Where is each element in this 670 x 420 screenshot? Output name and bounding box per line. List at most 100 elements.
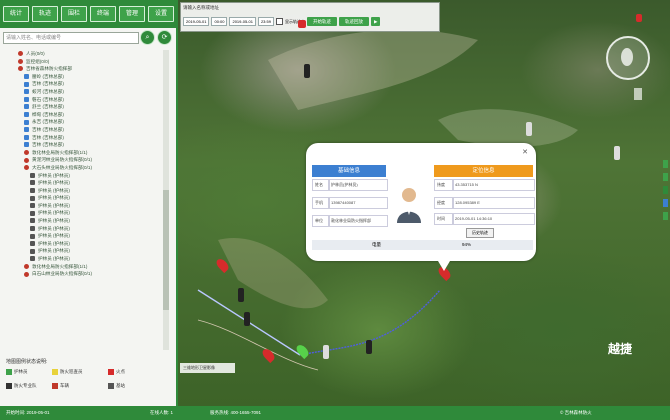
- tree-node[interactable]: 护林员 (护林员): [6, 209, 164, 217]
- team-icon: [6, 383, 12, 389]
- node-label: 磐石 (吉林总部): [32, 96, 64, 102]
- field-value: 敦化林业局防火指挥部: [328, 215, 388, 227]
- manage-button[interactable]: 管理: [119, 6, 145, 22]
- tree-node[interactable]: 大石头林业局防火指挥部(0/1): [6, 164, 164, 172]
- date-to-input[interactable]: 2019-05-01: [229, 17, 256, 26]
- node-label: 吉林 (吉林总部): [32, 134, 64, 140]
- tree-node[interactable]: 桦甸 (吉林总部): [6, 111, 164, 119]
- node-label: 永吉 (吉林总部): [32, 119, 64, 125]
- track-replay-button[interactable]: 轨迹回放: [338, 17, 369, 26]
- tree-node[interactable]: 护林员 (护林员): [6, 217, 164, 225]
- person-marker[interactable]: [614, 146, 620, 160]
- node-icon: [24, 142, 29, 148]
- station-icon: [108, 383, 114, 389]
- node-icon: [30, 218, 35, 224]
- node-icon: [24, 89, 29, 95]
- layer-blue-icon[interactable]: [663, 199, 668, 207]
- fire-marker[interactable]: [636, 14, 642, 22]
- node-icon: [18, 58, 23, 64]
- address-input[interactable]: 请输入名称或地址: [183, 5, 435, 12]
- tree-node[interactable]: 护林员 (护林员): [6, 172, 164, 180]
- search-icon[interactable]: ⌕: [140, 30, 155, 45]
- tree-node[interactable]: 腰岭 (吉林总部): [6, 73, 164, 81]
- person-marker[interactable]: [366, 340, 372, 354]
- node-label: 护林员 (护林员): [38, 240, 70, 246]
- tree-scrollbar[interactable]: [163, 50, 169, 350]
- person-marker[interactable]: [238, 288, 244, 302]
- layer-green-icon[interactable]: [663, 186, 668, 194]
- terminal-button[interactable]: 终端: [90, 6, 116, 22]
- tree-node[interactable]: 监控组(0/0): [6, 58, 164, 66]
- refresh-icon[interactable]: ⟳: [157, 30, 172, 45]
- layer-green-icon[interactable]: [663, 173, 668, 181]
- time-from-input[interactable]: 00:00: [211, 17, 228, 26]
- fence-button[interactable]: 围栏: [61, 6, 87, 22]
- field-key: 纬度: [434, 179, 454, 191]
- tree-node[interactable]: 永吉 (吉林总部): [6, 118, 164, 126]
- node-label: 腰岭 (吉林总部): [32, 73, 64, 79]
- tree-node[interactable]: 吉林 (吉林总部): [6, 126, 164, 134]
- track-button[interactable]: 轨迹: [32, 6, 58, 22]
- tree-node[interactable]: 敦化林业局防火指挥部(1/1): [6, 149, 164, 157]
- status-hotline: 服务热线: 400-1655-7091: [210, 410, 262, 415]
- start-track-button[interactable]: 开始轨迹: [306, 17, 337, 26]
- compass-control[interactable]: [606, 36, 650, 80]
- person-marker[interactable]: [304, 64, 310, 78]
- tree-node[interactable]: 舒兰 (吉林总部): [6, 103, 164, 111]
- tree-node[interactable]: 护林员 (护林员): [6, 255, 164, 263]
- tree-node[interactable]: 吉林 (吉林总部): [6, 141, 164, 149]
- layer-green-icon[interactable]: [663, 160, 668, 168]
- fire-marker[interactable]: [298, 20, 306, 28]
- stats-button[interactable]: 统计: [3, 6, 29, 22]
- tree-node[interactable]: 护林员 (护林员): [6, 225, 164, 233]
- node-label: 护林员 (护林员): [38, 256, 70, 262]
- node-icon: [24, 119, 29, 125]
- field-value: 13987440087: [328, 197, 388, 209]
- node-label: 吉林 (吉林总部): [32, 126, 64, 132]
- status-start: 开始时间: 2019-05-01: [6, 410, 50, 415]
- tree-node[interactable]: 吉林 (吉林总部): [6, 134, 164, 142]
- settings-button[interactable]: 设置: [148, 6, 174, 22]
- node-label: 护林员 (护林员): [38, 248, 70, 254]
- search-input[interactable]: 请输入姓名、电话或编号: [3, 32, 139, 44]
- tree-scroll-thumb[interactable]: [163, 190, 169, 310]
- person-marker[interactable]: [526, 122, 532, 136]
- field-value: 128.095389 E: [452, 197, 535, 209]
- tree-node[interactable]: 护林员 (护林员): [6, 179, 164, 187]
- map-layer-label[interactable]: 三维地形卫星影像: [180, 363, 235, 373]
- tree-node[interactable]: 护林员 (护林员): [6, 202, 164, 210]
- status-bar: 开始时间: 2019-05-01 在线人数: 1 服务热线: 400-1655-…: [0, 406, 670, 420]
- tree-node[interactable]: 护林员 (护林员): [6, 240, 164, 248]
- tree-node[interactable]: 护林员 (护林员): [6, 187, 164, 195]
- close-icon[interactable]: ✕: [522, 148, 528, 156]
- org-tree: 人员(0/0) 监控组(0/0) 吉林省森林防火指挥部 腰岭 (吉林总部) 吉林 (吉林…: [6, 50, 164, 350]
- tree-node[interactable]: 黄泥河林业局防火指挥部(0/1): [6, 156, 164, 164]
- person-marker[interactable]: [244, 312, 250, 326]
- tree-node[interactable]: 蛟河 (吉林总部): [6, 88, 164, 96]
- layer-green-icon[interactable]: [663, 212, 668, 220]
- date-from-input[interactable]: 2019-05-01: [183, 17, 210, 26]
- tree-node[interactable]: 人员(0/0): [6, 50, 164, 58]
- time-to-input[interactable]: 23:59: [257, 17, 274, 26]
- person-marker[interactable]: [323, 345, 329, 359]
- node-icon: [30, 210, 35, 216]
- node-label: 护林员 (护林员): [38, 187, 70, 193]
- node-icon: [18, 66, 23, 72]
- tree-node[interactable]: 护林员 (护林员): [6, 232, 164, 240]
- history-track-button[interactable]: 历史轨迹: [466, 228, 494, 238]
- tree-node[interactable]: 吉林 (吉林总部): [6, 80, 164, 88]
- play-icon[interactable]: ▶: [370, 17, 381, 26]
- node-label: 敦化林业局防火指挥部(1/1): [32, 263, 88, 269]
- zoom-control[interactable]: [634, 88, 642, 100]
- node-icon: [30, 180, 35, 186]
- tree-node[interactable]: 护林员 (护林员): [6, 194, 164, 202]
- tree-node[interactable]: 护林员 (护林员): [6, 247, 164, 255]
- tree-node[interactable]: 敦化林业局防火指挥部(1/1): [6, 263, 164, 271]
- map-view[interactable]: 请输入名称或地址 2019-05-01 00:00 2019-05-01 23:…: [178, 0, 670, 406]
- node-icon: [24, 271, 29, 277]
- tree-node[interactable]: 磐石 (吉林总部): [6, 96, 164, 104]
- tree-node[interactable]: 吉林省森林防火指挥部: [6, 65, 164, 73]
- tree-node[interactable]: 白石山林业局防火指挥部(0/1): [6, 270, 164, 278]
- show-points-checkbox[interactable]: [275, 18, 283, 25]
- legend-inspector: 防火巡查员: [52, 369, 83, 375]
